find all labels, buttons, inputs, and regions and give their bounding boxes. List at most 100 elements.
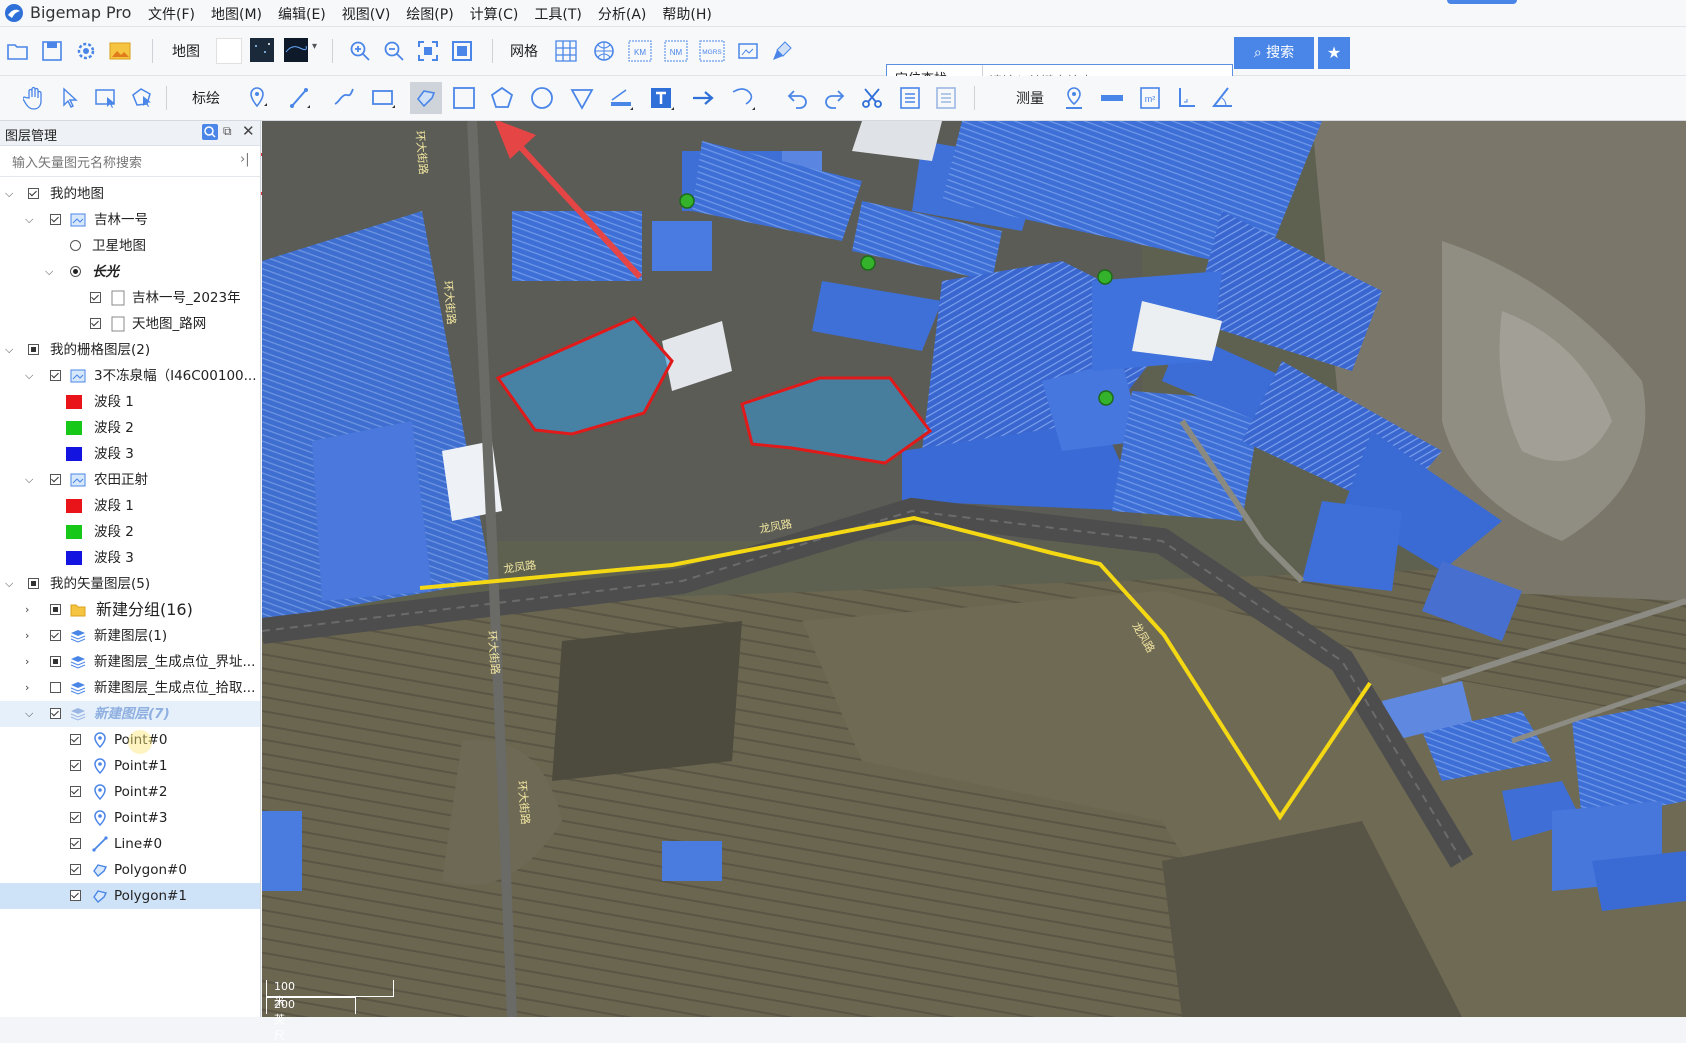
menu-view[interactable]: 视图(V): [334, 4, 399, 24]
undo-icon[interactable]: [784, 84, 812, 112]
polygon-select-icon[interactable]: [128, 84, 156, 112]
chevron-down-icon[interactable]: ⌵: [5, 337, 13, 363]
tree-item-point-3[interactable]: Point#3: [0, 805, 260, 831]
search-icon[interactable]: [202, 124, 218, 140]
image-icon[interactable]: [106, 37, 134, 65]
menu-tools[interactable]: 工具(T): [526, 4, 589, 24]
chevron-down-icon[interactable]: ⌵: [25, 701, 33, 727]
tree-item-new-group[interactable]: › 新建分组(16): [0, 597, 260, 623]
checkbox[interactable]: [50, 630, 61, 641]
draw-pentagon-icon[interactable]: [488, 84, 516, 112]
checkbox[interactable]: [70, 838, 81, 849]
tree-item-band-3[interactable]: 波段 3: [0, 441, 260, 467]
draw-curve-arrow-icon[interactable]: [730, 84, 758, 112]
redo-icon[interactable]: [820, 84, 848, 112]
map-satellite-thumbnail[interactable]: [284, 38, 308, 62]
menu-map[interactable]: 地图(M): [203, 4, 270, 24]
grid-nm-icon[interactable]: NM: [662, 37, 690, 65]
map-canvas[interactable]: 龙凤路 龙凤路 龙凤路 环大街路 环大街路 环大街路 环大街路: [262, 121, 1686, 1017]
tree-item-band-3[interactable]: 波段 3: [0, 545, 260, 571]
save-icon[interactable]: [38, 37, 66, 65]
checkbox[interactable]: [70, 890, 81, 901]
checkbox[interactable]: [50, 214, 61, 225]
menu-draw[interactable]: 绘图(P): [398, 4, 461, 24]
checkbox[interactable]: [90, 318, 101, 329]
tree-item-band-1[interactable]: 波段 1: [0, 493, 260, 519]
draw-freehand-line-icon[interactable]: [330, 84, 358, 112]
zoom-in-icon[interactable]: [346, 37, 374, 65]
checkbox[interactable]: [70, 786, 81, 797]
attribute-table-icon[interactable]: [896, 84, 924, 112]
tree-item-jilin-one[interactable]: ⌵ 吉林一号: [0, 207, 260, 233]
tree-group-vector-layers[interactable]: ⌵ 我的矢量图层(5): [0, 571, 260, 597]
checkbox[interactable]: [90, 292, 101, 303]
draw-circle-icon[interactable]: [528, 84, 556, 112]
radio-button[interactable]: [70, 266, 81, 277]
draw-rectangle-icon[interactable]: [370, 84, 398, 112]
draw-text-icon[interactable]: [648, 84, 676, 112]
settings-gear-icon[interactable]: [72, 37, 100, 65]
measure-height-icon[interactable]: [1172, 84, 1200, 112]
pan-hand-icon[interactable]: [20, 84, 48, 112]
checkbox[interactable]: [70, 734, 81, 745]
collapse-arrow-icon[interactable]: ›|: [240, 152, 250, 167]
chevron-down-icon[interactable]: ⌵: [45, 259, 53, 285]
select-arrow-icon[interactable]: [56, 84, 84, 112]
grid-mgrs-icon[interactable]: MGRS: [698, 37, 726, 65]
draw-sector-icon[interactable]: [568, 84, 596, 112]
photo-map-icon[interactable]: [734, 37, 762, 65]
draw-point-marker-icon[interactable]: [244, 84, 272, 112]
chevron-right-icon[interactable]: ›: [25, 649, 29, 675]
chevron-right-icon[interactable]: ›: [25, 623, 29, 649]
restore-window-icon[interactable]: ⧉: [223, 124, 232, 139]
checkbox[interactable]: [28, 578, 39, 589]
close-icon[interactable]: ✕: [242, 122, 255, 140]
chevron-right-icon[interactable]: ›: [25, 597, 29, 623]
clear-brush-icon[interactable]: [768, 37, 796, 65]
globe-grid-icon[interactable]: [590, 37, 618, 65]
window-control-button[interactable]: [1447, 0, 1517, 4]
tree-item-band-2[interactable]: 波段 2: [0, 519, 260, 545]
menu-file[interactable]: 文件(F): [140, 4, 203, 24]
checkbox[interactable]: [28, 344, 39, 355]
checkbox[interactable]: [28, 188, 39, 199]
tree-group-raster-layers[interactable]: ⌵ 我的栅格图层(2): [0, 337, 260, 363]
tree-group-my-map[interactable]: ⌵ 我的地图: [0, 181, 260, 207]
tree-item-new-layer-boundary[interactable]: › 新建图层_生成点位_界址...: [0, 649, 260, 675]
chevron-down-icon[interactable]: ⌵: [5, 181, 13, 207]
tree-item-point-2[interactable]: Point#2: [0, 779, 260, 805]
draw-polygon-active-icon[interactable]: [410, 82, 442, 114]
scissors-cut-icon[interactable]: [858, 84, 886, 112]
tree-item-band-2[interactable]: 波段 2: [0, 415, 260, 441]
fullscreen-icon[interactable]: [448, 37, 476, 65]
draw-level-line-icon[interactable]: [608, 84, 636, 112]
grid-icon[interactable]: [552, 37, 580, 65]
draw-line-icon[interactable]: [286, 84, 314, 112]
checkbox[interactable]: [70, 760, 81, 771]
measure-angle-icon[interactable]: [1208, 84, 1236, 112]
checkbox[interactable]: [50, 370, 61, 381]
tree-item-new-layer-1[interactable]: › 新建图层(1): [0, 623, 260, 649]
draw-arrow-icon[interactable]: [690, 84, 718, 112]
menu-edit[interactable]: 编辑(E): [270, 4, 334, 24]
checkbox[interactable]: [50, 682, 61, 693]
tree-item-farmland-ortho[interactable]: ⌵ 农田正射: [0, 467, 260, 493]
menu-calc[interactable]: 计算(C): [462, 4, 527, 24]
zoom-out-icon[interactable]: [380, 37, 408, 65]
tree-item-jilin-2023[interactable]: 吉林一号_2023年: [0, 285, 260, 311]
tree-item-polygon-0[interactable]: Polygon#0: [0, 857, 260, 883]
tree-item-satellite-map[interactable]: 卫星地图: [0, 233, 260, 259]
map-night-thumbnail[interactable]: [250, 38, 274, 62]
map-blank-thumbnail[interactable]: [216, 38, 242, 64]
checkbox[interactable]: [50, 474, 61, 485]
measure-point-icon[interactable]: [1060, 84, 1088, 112]
chevron-down-icon[interactable]: ⌵: [25, 467, 33, 493]
tree-item-point-0[interactable]: Point#0: [0, 727, 260, 754]
tree-item-changguang[interactable]: ⌵ 长光: [0, 259, 260, 285]
point-feature[interactable]: [860, 255, 876, 271]
menu-analysis[interactable]: 分析(A): [590, 4, 655, 24]
open-folder-icon[interactable]: [4, 37, 32, 65]
chevron-down-icon[interactable]: ▾: [312, 41, 317, 52]
tree-item-new-layer-pick[interactable]: › 新建图层_生成点位_拾取...: [0, 675, 260, 701]
point-feature[interactable]: [1098, 390, 1114, 406]
